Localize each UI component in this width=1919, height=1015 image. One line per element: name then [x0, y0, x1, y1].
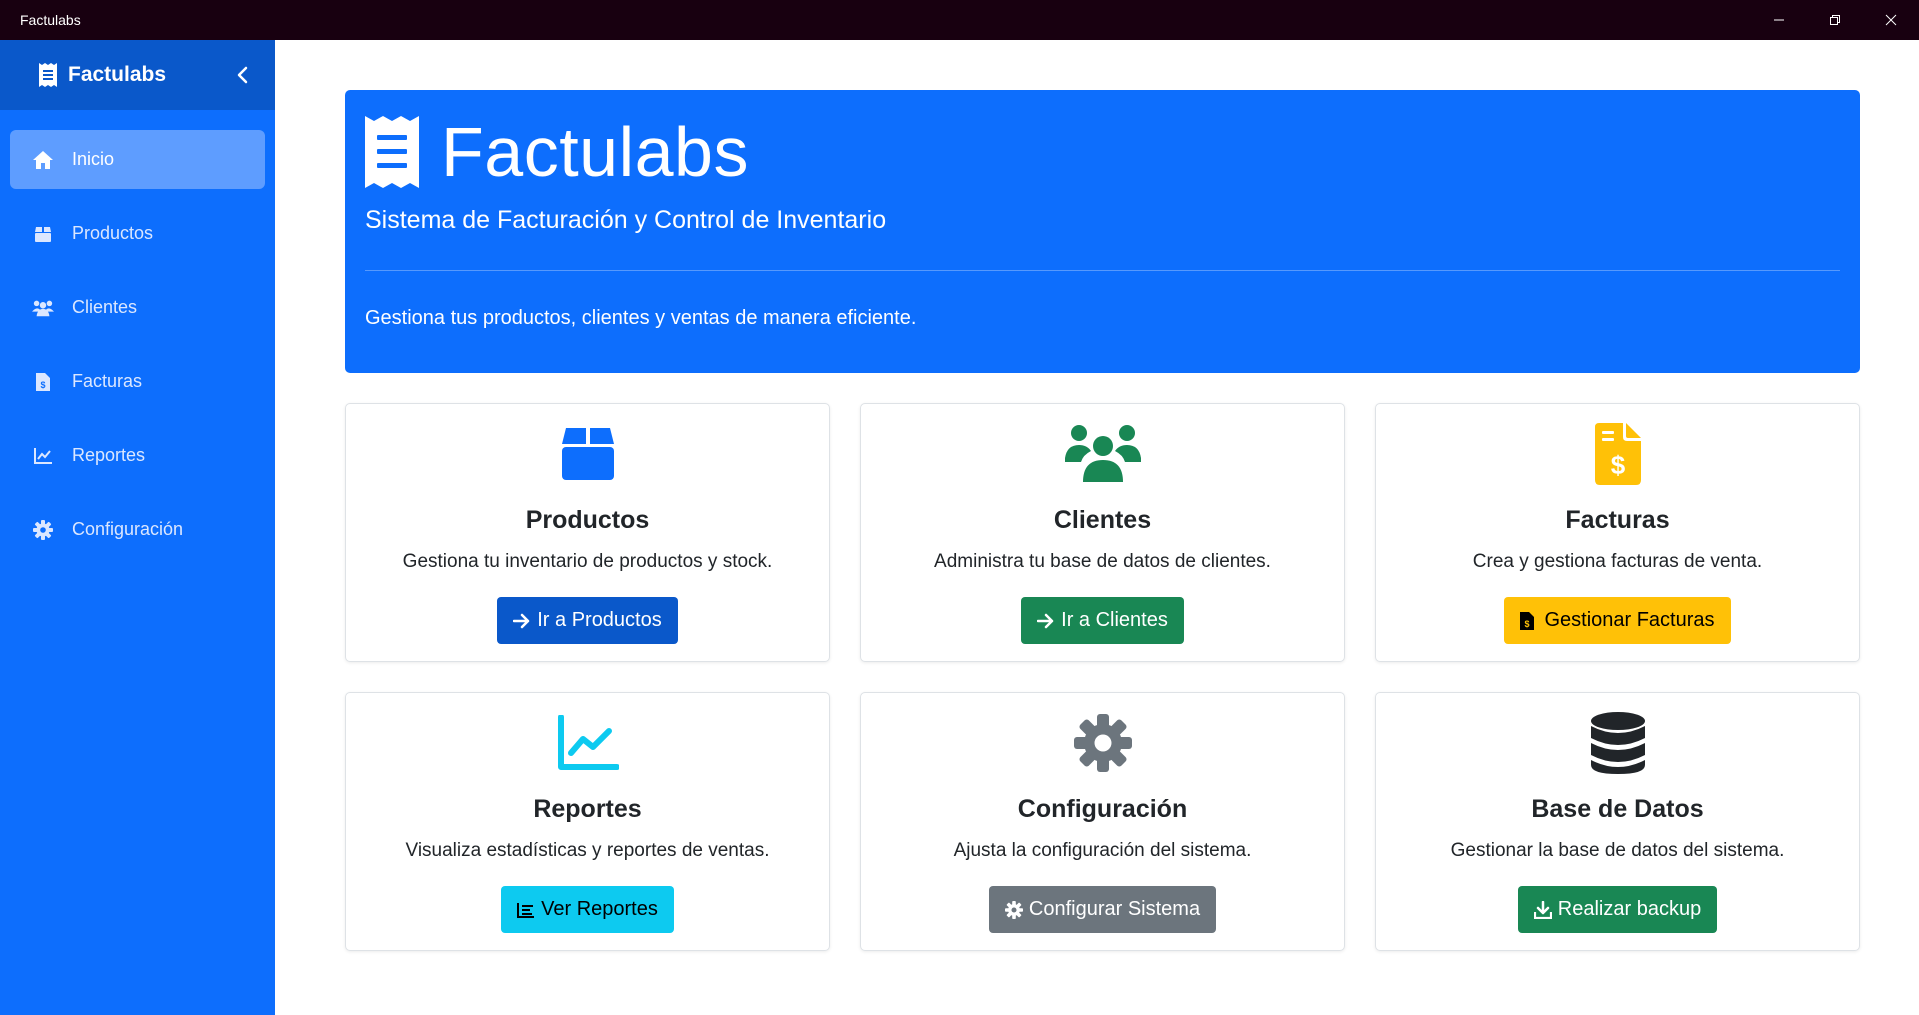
window-titlebar: Factulabs [0, 0, 1919, 40]
download-icon [1533, 900, 1552, 919]
chart-line-icon [557, 713, 619, 773]
database-icon [1590, 712, 1645, 774]
card-base-de-datos: Base de Datos Gestionar la base de datos… [1375, 692, 1860, 951]
go-clientes-button[interactable]: Ir a Clientes [1021, 597, 1184, 644]
svg-text:$: $ [1525, 619, 1530, 629]
arrow-right-icon [513, 612, 531, 630]
invoice-icon: $ [32, 371, 54, 393]
card-title: Configuración [1017, 795, 1188, 823]
button-label: Realizar backup [1557, 898, 1702, 920]
card-clientes: Clientes Administra tu base de datos de … [860, 403, 1345, 662]
card-text: Administra tu base de datos de clientes. [934, 551, 1271, 572]
hero-lead: Gestiona tus productos, clientes y venta… [365, 307, 917, 329]
invoice-icon: $ [1594, 423, 1641, 485]
card-title: Clientes [1053, 506, 1152, 534]
button-label: Configurar Sistema [1028, 898, 1201, 920]
box-icon [32, 223, 54, 245]
minimize-icon [1774, 19, 1784, 21]
sidebar-collapse-button[interactable] [231, 63, 255, 87]
sidebar-item-configuracion[interactable]: Configuración [10, 500, 265, 559]
card-title: Facturas [1565, 506, 1670, 534]
card-text: Visualiza estadísticas y reportes de ven… [405, 840, 770, 861]
minimize-button[interactable] [1751, 0, 1807, 40]
receipt-icon [365, 116, 419, 188]
sidebar-item-productos[interactable]: Productos [10, 204, 265, 263]
manage-facturas-button[interactable]: $ Gestionar Facturas [1504, 597, 1731, 644]
button-label: Ir a Clientes [1061, 609, 1168, 631]
button-label: Ver Reportes [541, 898, 658, 920]
card-title: Reportes [533, 795, 642, 823]
sidebar-item-label: Inicio [72, 149, 115, 169]
users-icon [1064, 424, 1141, 484]
users-icon [32, 297, 54, 319]
card-title: Base de Datos [1531, 795, 1704, 823]
sidebar-item-clientes[interactable]: Clientes [10, 278, 265, 337]
card-text: Ajusta la configuración del sistema. [953, 840, 1252, 861]
restore-button[interactable] [1807, 0, 1863, 40]
go-productos-button[interactable]: Ir a Productos [497, 597, 678, 644]
backup-button[interactable]: Realizar backup [1517, 886, 1718, 933]
hero-title-row: Factulabs [365, 112, 1840, 192]
view-reportes-button[interactable]: Ver Reportes [501, 886, 674, 933]
window-controls [1751, 0, 1919, 40]
card-productos: Productos Gestiona tu inventario de prod… [345, 403, 830, 662]
sidebar-item-label: Clientes [72, 297, 138, 317]
restore-icon [1830, 15, 1840, 25]
button-label: Gestionar Facturas [1544, 609, 1715, 631]
card-reportes: Reportes Visualiza estadísticas y report… [345, 692, 830, 951]
home-icon [32, 149, 54, 171]
sidebar-item-label: Reportes [72, 445, 146, 465]
close-icon [1885, 14, 1897, 26]
hero-title: Factulabs [441, 113, 749, 191]
invoice-icon: $ [1520, 611, 1538, 630]
sidebar: Factulabs Inicio Productos Clientes $ Fa… [0, 40, 275, 1015]
box-icon [561, 424, 615, 484]
card-text: Gestionar la base de datos del sistema. [1450, 840, 1785, 861]
gear-icon [1073, 713, 1132, 773]
sidebar-item-inicio[interactable]: Inicio [10, 130, 265, 189]
close-button[interactable] [1863, 0, 1919, 40]
sidebar-header: Factulabs [0, 40, 275, 110]
hero-divider [365, 270, 1840, 271]
receipt-icon [39, 63, 57, 87]
card-facturas: $ Facturas Crea y gestiona facturas de v… [1375, 403, 1860, 662]
card-text: Crea y gestiona facturas de venta. [1472, 551, 1763, 572]
sidebar-item-reportes[interactable]: Reportes [10, 426, 265, 485]
chart-line-icon [32, 445, 54, 467]
card-configuracion: Configuración Ajusta la configuración de… [860, 692, 1345, 951]
sidebar-item-label: Productos [72, 223, 154, 243]
configure-system-button[interactable]: Configurar Sistema [988, 886, 1217, 933]
button-label: Ir a Productos [537, 609, 662, 631]
card-text: Gestiona tu inventario de productos y st… [402, 551, 773, 572]
hero-banner: Factulabs Sistema de Facturación y Contr… [345, 90, 1860, 373]
svg-text:$: $ [40, 380, 45, 390]
gear-icon [32, 519, 54, 541]
sidebar-nav: Inicio Productos Clientes $ Facturas Rep… [0, 130, 275, 559]
window-title: Factulabs [20, 12, 81, 28]
main-content: Factulabs Sistema de Facturación y Contr… [345, 90, 1860, 951]
sidebar-brand: Factulabs [68, 63, 167, 86]
sidebar-item-facturas[interactable]: $ Facturas [10, 352, 265, 411]
svg-text:$: $ [1610, 450, 1625, 480]
card-title: Productos [525, 506, 650, 534]
sidebar-item-label: Configuración [72, 519, 184, 539]
module-cards-grid: Productos Gestiona tu inventario de prod… [345, 403, 1860, 951]
chevron-left-icon [237, 66, 248, 84]
list-chart-icon [517, 901, 535, 919]
gear-icon [1004, 900, 1023, 919]
hero-subtitle: Sistema de Facturación y Control de Inve… [365, 206, 887, 234]
arrow-right-icon [1037, 612, 1055, 630]
sidebar-item-label: Facturas [72, 371, 143, 391]
